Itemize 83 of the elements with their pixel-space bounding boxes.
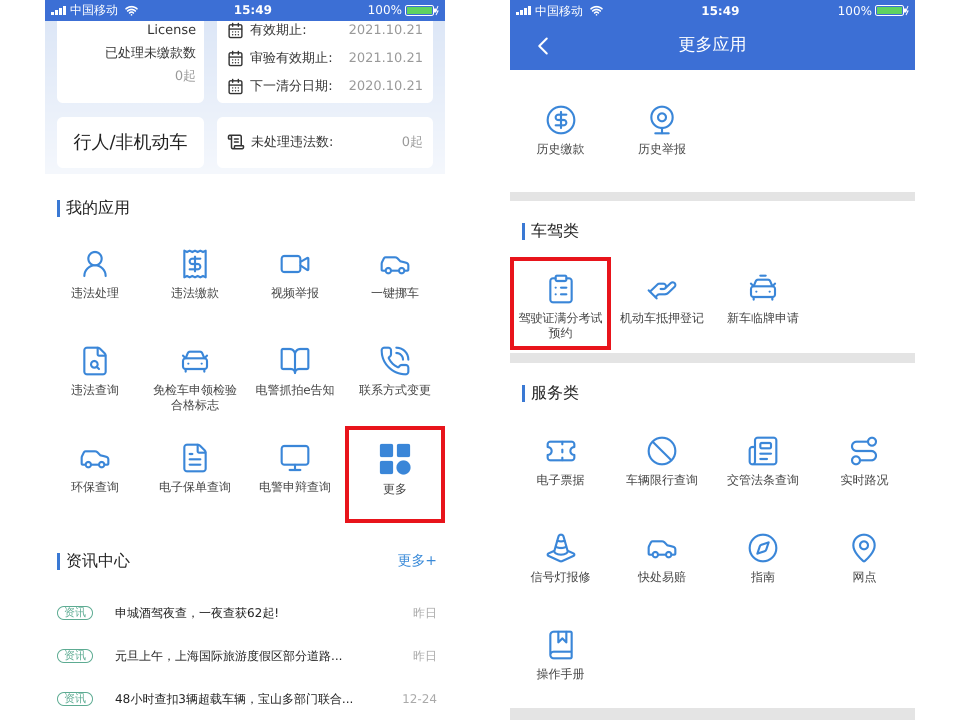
news-item[interactable]: 资讯 元旦上午，上海国际旅游度假区部分道路... 昨日 [45, 634, 445, 677]
app-item[interactable]: 电子保单查询 [145, 426, 245, 523]
phone-icon [379, 345, 411, 377]
news-item[interactable]: 资讯 48小时查扣3辆超载车辆，宝山多部门联合... 12-24 [45, 677, 445, 720]
card-label: 已处理未缴款数 [105, 44, 196, 63]
nav-title: 更多应用 [678, 34, 746, 57]
app-item[interactable]: 驾驶证满分考试预约 [510, 257, 612, 350]
date-label: 下一清分日期: [250, 78, 333, 96]
app-item[interactable]: 视频举报 [245, 232, 345, 329]
app-item[interactable]: 历史缴款 [510, 88, 612, 185]
book-icon [279, 345, 311, 377]
app-item[interactable]: 联系方式变更 [345, 329, 445, 426]
compass-icon [747, 532, 780, 564]
wifi-icon [590, 4, 603, 17]
app-item[interactable]: 更多 [345, 426, 445, 523]
monitor-icon [279, 442, 311, 474]
coin-icon [544, 104, 577, 136]
news-tag: 资讯 [57, 692, 93, 706]
news-item[interactable]: 资讯 申城酒驾夜查，一夜查获62起! 昨日 [45, 591, 445, 634]
list-icon [227, 133, 245, 152]
violations-card[interactable]: 未处理违法数: 0起 [217, 116, 433, 168]
calendar-icon [227, 78, 244, 96]
date-value: 2021.10.21 [348, 22, 423, 40]
app-item[interactable]: 违法缴款 [145, 232, 245, 329]
app-item[interactable]: 交管法条查询 [712, 419, 814, 516]
news-date: 昨日 [413, 604, 437, 622]
prohibited-icon [646, 435, 678, 467]
traffic-cone-icon [544, 532, 577, 564]
app-item[interactable]: 环保查询 [45, 426, 145, 523]
card-label: 行人/非机动车 [73, 130, 188, 155]
battery-icon [874, 5, 909, 16]
clock-text: 15:49 [701, 2, 740, 20]
app-item[interactable]: 历史举报 [611, 88, 712, 185]
app-item[interactable]: 信号灯报修 [510, 516, 612, 613]
section-title: 资讯中心 [66, 550, 130, 572]
app-item[interactable]: 一键挪车 [345, 232, 445, 329]
app-item[interactable]: 违法查询 [45, 329, 145, 426]
wifi-icon [125, 4, 138, 17]
calendar-icon [227, 22, 244, 40]
date-value: 2021.10.21 [348, 50, 423, 68]
app-item[interactable]: 实时路况 [814, 419, 915, 516]
battery-percent: 100% [368, 2, 402, 20]
date-label: 审验有效期止: [250, 50, 333, 68]
battery-percent: 100% [838, 2, 872, 20]
carrier-text: 中国移动 [535, 2, 583, 20]
pedestrian-card[interactable]: 行人/非机动车 [57, 116, 204, 168]
more-link[interactable]: 更多+ [397, 550, 437, 572]
news-date: 昨日 [413, 648, 437, 664]
clock-text: 15:49 [234, 2, 272, 20]
app-item[interactable]: 快处易赔 [611, 516, 712, 613]
app-item[interactable]: 新车临牌申请 [712, 257, 814, 350]
app-item[interactable]: 车辆限行查询 [611, 419, 712, 516]
news-title: 元旦上午，上海国际旅游度假区部分道路... [115, 648, 342, 664]
calendar-icon [227, 50, 244, 68]
card-label: 未处理违法数: [251, 134, 334, 152]
signal-icon [516, 6, 532, 15]
news-title: 48小时查扣3辆超载车辆，宝山多部门联合... [115, 690, 354, 708]
news-date: 12-24 [402, 690, 437, 708]
app-item[interactable]: 电警申辩查询 [245, 426, 345, 523]
section-title: 我的应用 [66, 197, 130, 219]
section-title: 车驾类 [531, 220, 579, 242]
date-value: 2020.10.21 [348, 78, 423, 96]
date-label: 有效期止: [250, 22, 307, 40]
news-tag: 资讯 [57, 606, 93, 620]
carrier-text: 中国移动 [70, 2, 118, 20]
news-title: 申城酒驾夜查，一夜查获62起! [115, 604, 280, 622]
card-value: 0起 [174, 68, 196, 86]
grid-icon [378, 442, 412, 476]
app-item[interactable]: 电子票据 [510, 419, 612, 516]
signal-icon [51, 6, 67, 15]
section-title: 服务类 [531, 382, 579, 404]
app-item[interactable]: 网点 [814, 516, 915, 613]
app-item[interactable]: 机动车抵押登记 [611, 257, 712, 350]
app-item[interactable]: 指南 [712, 516, 814, 613]
card-value: 0起 [402, 134, 423, 152]
app-item[interactable]: 违法处理 [45, 232, 145, 329]
card-title: License [147, 22, 196, 40]
app-item[interactable]: 电警抓拍e告知 [245, 329, 345, 426]
battery-icon [404, 4, 439, 16]
app-item[interactable]: 操作手册 [510, 613, 612, 710]
app-item[interactable]: 免检车申领检验合格标志 [145, 329, 245, 426]
news-tag: 资讯 [57, 648, 93, 662]
newspaper-icon [747, 435, 780, 467]
